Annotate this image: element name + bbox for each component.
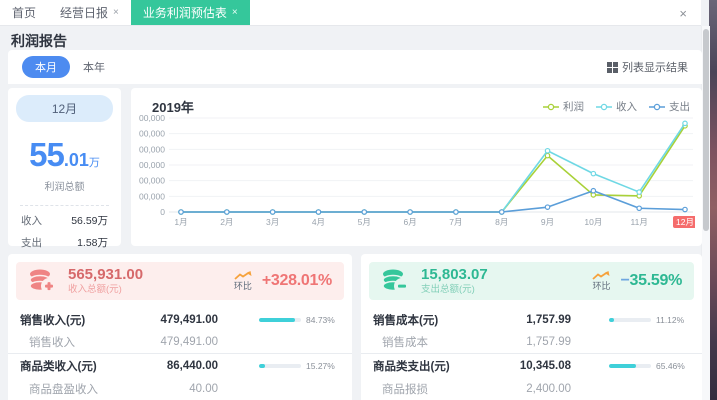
summary-expense-row: 支出 1.58万 <box>8 228 121 250</box>
table-row: 销售成本 1,757.99 <box>361 331 702 354</box>
tab-close-icon[interactable]: × <box>232 7 238 18</box>
income-detail-card: 565,931.00 收入总额(元) 环比 +328.01% 销售收入(元) 4… <box>8 254 352 400</box>
table-row: 销售成本(元) 1,757.99 11.12% <box>361 308 702 331</box>
period-month-toggle[interactable]: 本月 <box>22 56 70 78</box>
svg-text:100,000: 100,000 <box>139 191 165 201</box>
income-total: 565,931.00 收入总额(元) <box>68 267 143 296</box>
profit-summary-card: 12月 55.01万 利润总额 收入 56.59万 支出 1.58万 <box>8 88 121 246</box>
legend-line-icon <box>649 103 665 111</box>
svg-text:500,000: 500,000 <box>139 129 165 139</box>
tab-daily-report[interactable]: 经营日报 × <box>48 0 131 25</box>
tab-daily-report-label: 经营日报 <box>60 4 108 21</box>
svg-text:0: 0 <box>160 207 165 217</box>
period-year-toggle[interactable]: 本年 <box>70 56 118 78</box>
expense-ratio-value: −35.59% <box>620 272 682 290</box>
svg-text:5月: 5月 <box>358 217 371 227</box>
svg-text:600,000: 600,000 <box>139 113 165 123</box>
tab-close-icon[interactable]: × <box>113 7 119 18</box>
tab-bar: 首页 经营日报 × 业务利润预估表 × × <box>0 0 701 26</box>
table-row: 商品类收入(元) 86,440.00 15.27% <box>8 354 352 377</box>
svg-text:300,000: 300,000 <box>139 160 165 170</box>
expense-banner: 15,803.07 支出总额(元) 环比 −35.59% <box>369 262 694 300</box>
desktop-wallpaper-sliver <box>709 0 717 400</box>
ratio-label: 环比 <box>592 282 610 291</box>
tab-home-label: 首页 <box>12 4 36 21</box>
expense-total-value: 15,803.07 <box>421 267 488 284</box>
svg-text:1月: 1月 <box>174 217 187 227</box>
profit-total-value: 55.01万 <box>8 136 121 174</box>
tab-profit-forecast-label: 业务利润预估表 <box>143 4 227 21</box>
svg-text:9月: 9月 <box>541 217 554 227</box>
tab-profit-forecast[interactable]: 业务利润预估表 × <box>131 0 250 25</box>
profit-line-chart: 0 100,000 200,000 300,000 400,000 500,000 600,… <box>139 112 695 244</box>
svg-text:2月: 2月 <box>220 217 233 227</box>
expense-total-label: 支出总额(元) <box>421 285 488 295</box>
progress-bar <box>609 318 651 322</box>
trend-up-icon <box>234 271 252 281</box>
legend-line-icon <box>596 103 612 111</box>
list-view-toggle-label: 列表显示结果 <box>622 59 688 75</box>
progress-bar <box>609 364 651 368</box>
app-window: 首页 经营日报 × 业务利润预估表 × × 利润报告 本月 本年 列表显示结果 … <box>0 0 717 400</box>
profit-chart-card: 2019年 利润收入支出 0100,000200,000300,000400,0… <box>131 88 702 246</box>
svg-text:4月: 4月 <box>312 217 325 227</box>
month-badge: 12月 <box>16 95 113 122</box>
income-ratio: 环比 <box>234 271 252 291</box>
income-ratio-value: +328.01% <box>262 272 332 290</box>
svg-text:3月: 3月 <box>266 217 279 227</box>
profit-total-label: 利润总额 <box>8 178 121 193</box>
summary-income-row: 收入 56.59万 <box>8 206 121 228</box>
svg-text:12月: 12月 <box>676 217 694 227</box>
table-row: 销售收入 479,491.00 <box>8 331 352 354</box>
page-title: 利润报告 <box>11 31 67 51</box>
income-total-value: 565,931.00 <box>68 267 143 284</box>
coins-minus-icon <box>381 267 411 295</box>
svg-text:200,000: 200,000 <box>139 176 165 186</box>
svg-text:8月: 8月 <box>495 217 508 227</box>
expense-total: 15,803.07 支出总额(元) <box>421 267 488 296</box>
scrollbar-thumb[interactable] <box>703 29 709 231</box>
toolbar: 本月 本年 列表显示结果 <box>8 50 702 84</box>
legend-line-icon <box>543 103 559 111</box>
income-total-label: 收入总额(元) <box>68 285 143 295</box>
tab-home[interactable]: 首页 <box>0 0 48 25</box>
coins-plus-icon <box>28 267 58 295</box>
trend-up-icon <box>592 271 610 281</box>
svg-text:400,000: 400,000 <box>139 144 165 154</box>
vertical-scrollbar[interactable] <box>701 26 710 400</box>
svg-text:6月: 6月 <box>403 217 416 227</box>
svg-text:10月: 10月 <box>584 217 602 227</box>
ratio-label: 环比 <box>234 282 252 291</box>
svg-text:7月: 7月 <box>449 217 462 227</box>
window-close-icon[interactable]: × <box>679 0 687 26</box>
table-row: 商品盘盈收入 40.00 <box>8 377 352 400</box>
table-row: 商品报损 2,400.00 <box>361 377 702 400</box>
list-view-toggle[interactable]: 列表显示结果 <box>607 59 688 75</box>
expense-detail-card: 15,803.07 支出总额(元) 环比 −35.59% 销售成本(元) 1,7… <box>361 254 702 400</box>
expense-ratio: 环比 <box>592 271 610 291</box>
income-banner: 565,931.00 收入总额(元) 环比 +328.01% <box>16 262 344 300</box>
progress-bar <box>259 318 301 322</box>
table-row: 销售收入(元) 479,491.00 84.73% <box>8 308 352 331</box>
table-row: 商品类支出(元) 10,345.08 65.46% <box>361 354 702 377</box>
progress-bar <box>259 364 301 368</box>
grid-icon <box>607 62 618 73</box>
svg-text:11月: 11月 <box>631 217 648 227</box>
